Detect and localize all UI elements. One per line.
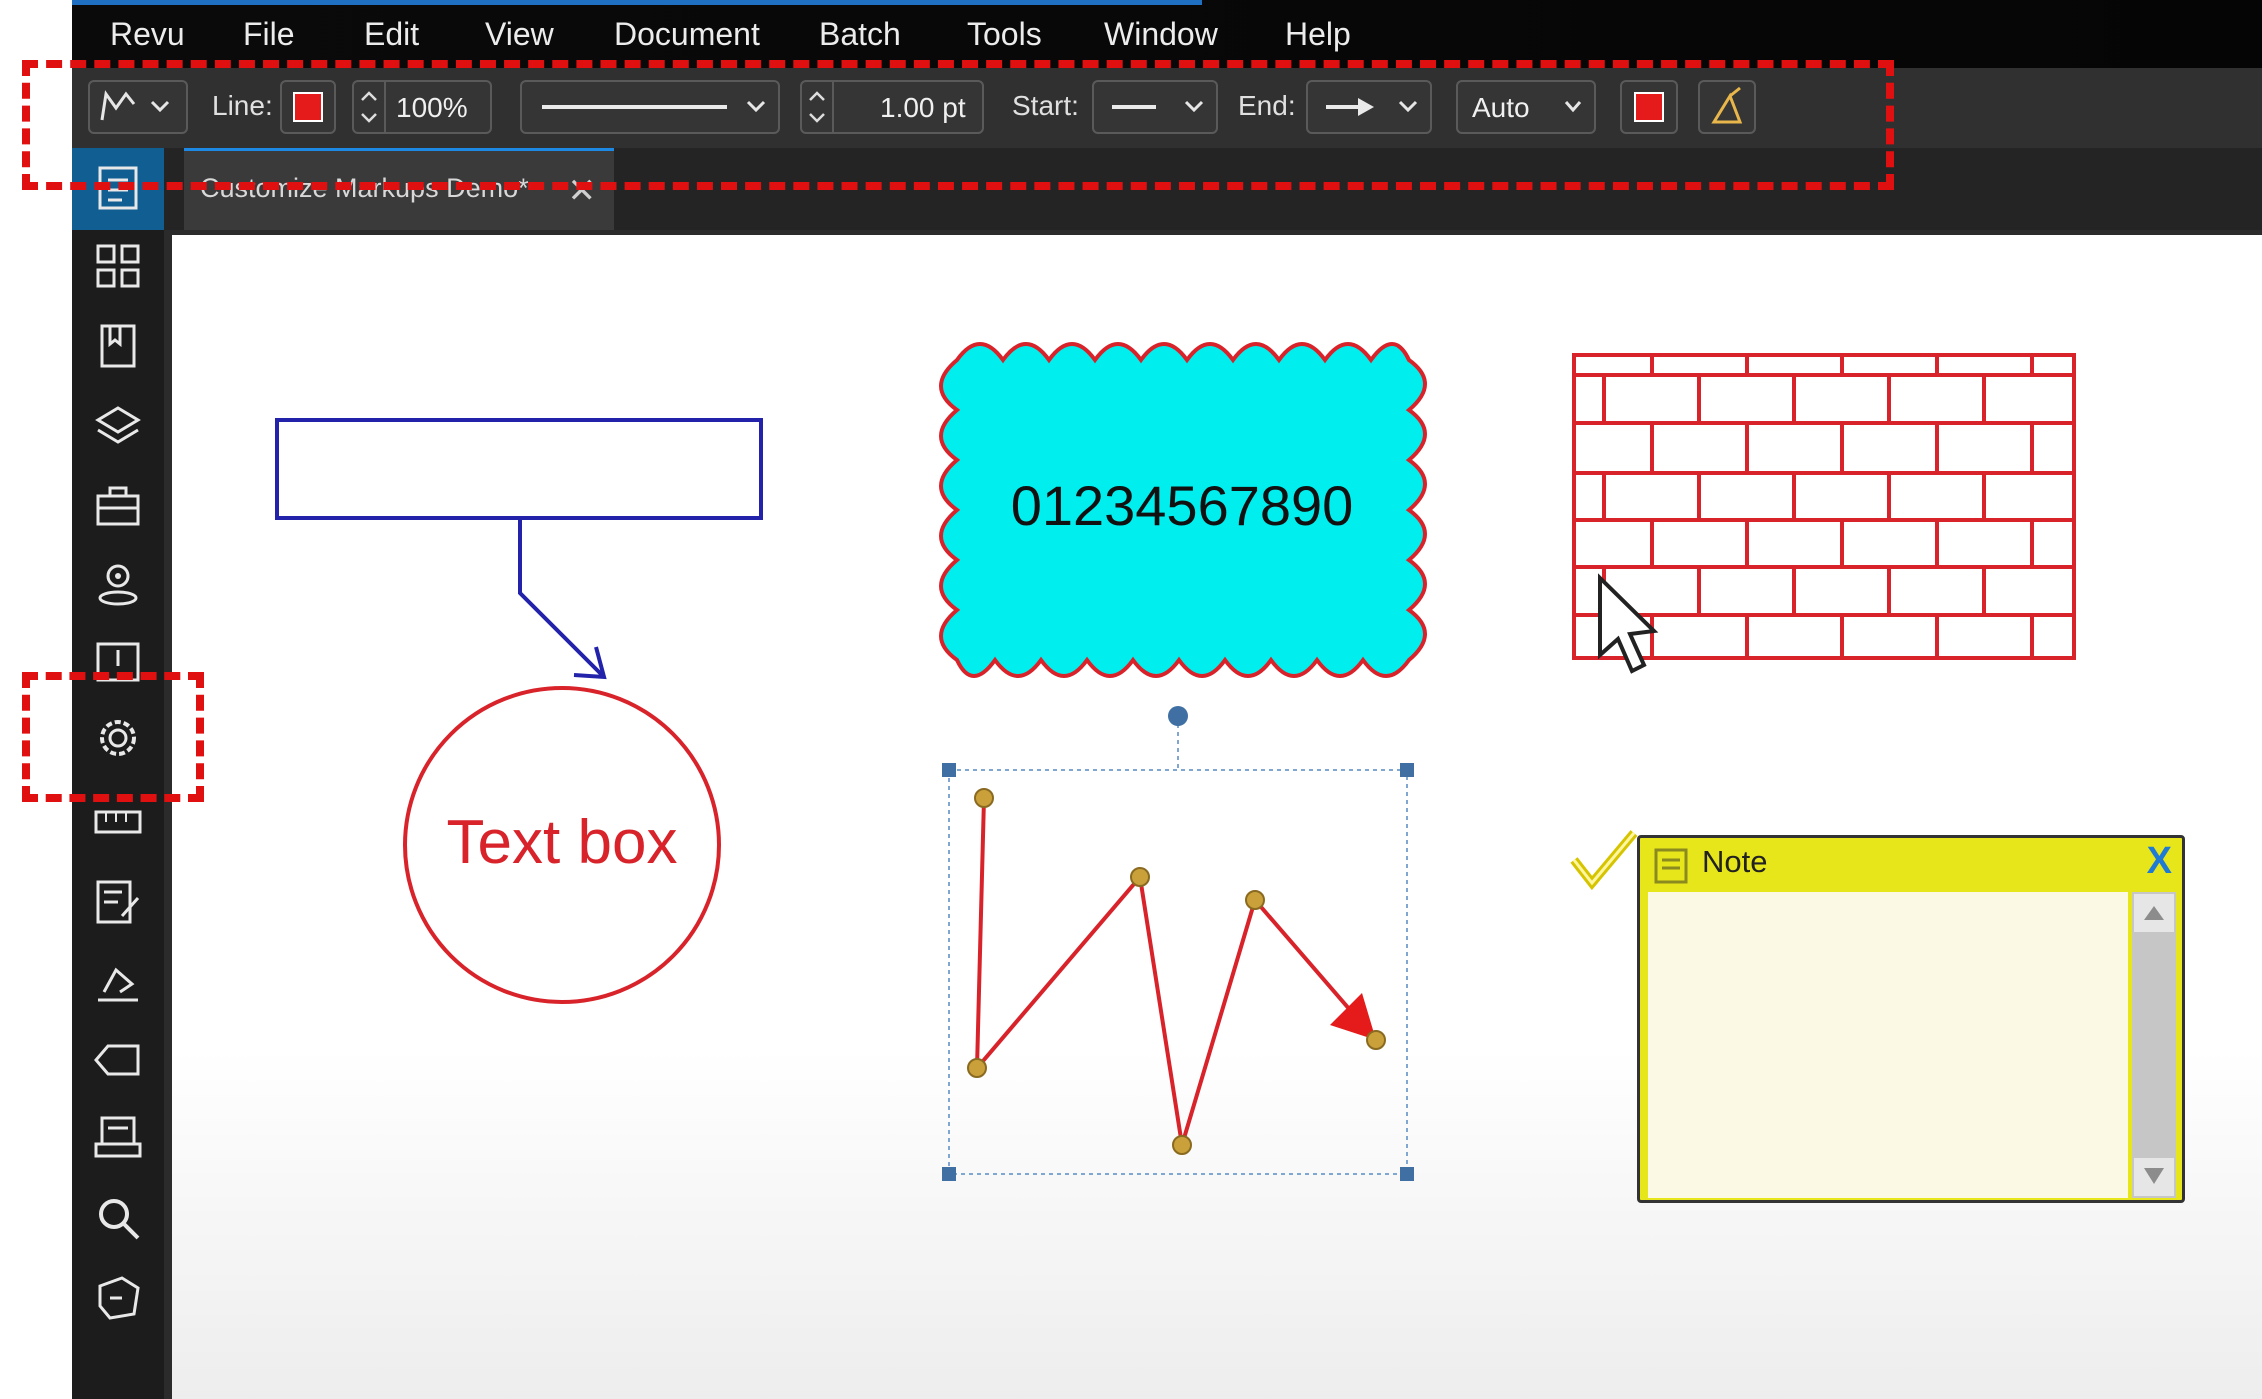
resize-handle-top-right[interactable] [1400,763,1414,777]
checkmark-icon [1570,830,1638,891]
menu-edit[interactable]: Edit [364,16,419,53]
menu-revu[interactable]: Revu [110,16,185,53]
end-label: End: [1238,90,1296,121]
format-painter-icon [1711,86,1743,124]
line-width-stepper[interactable]: 1.00 pt [800,80,984,134]
toolchest-icon[interactable] [92,480,144,532]
cloud-markup[interactable]: 01234567890 [939,342,1427,678]
hatch-pattern-markup[interactable] [1572,353,2076,660]
circle-text: Text box [447,808,678,877]
settings-icon[interactable] [92,712,144,764]
markups-layer: 01234567890 Text box [275,342,2076,1181]
left-panel-dock [72,148,164,1399]
vertex-handle[interactable] [1172,1135,1192,1155]
note-text-area[interactable] [1648,892,2128,1198]
vertex-handle[interactable] [967,1058,987,1078]
document-tab-strip: Customize Markups Demo* ✕ [164,148,2262,230]
tab-close-icon[interactable]: ✕ [568,171,597,211]
auto-dropdown[interactable]: Auto [1456,80,1596,134]
callout-markup[interactable] [275,418,763,680]
menu-accent-strip [72,0,1202,5]
auto-value: Auto [1472,92,1530,123]
forms-icon[interactable] [92,876,144,928]
measure-icon[interactable] [92,800,144,852]
start-label: Start: [1012,90,1079,121]
markups-list-icon[interactable] [92,636,144,688]
chevron-down-icon [1564,101,1582,113]
search-icon[interactable] [92,1192,144,1244]
document-tab[interactable]: Customize Markups Demo* ✕ [184,148,614,230]
resize-handle-bottom-left[interactable] [942,1167,956,1181]
layers-icon[interactable] [92,400,144,452]
polyline-markup[interactable] [967,788,1386,1155]
note-title: Note [1702,844,1768,879]
document-canvas[interactable]: 01234567890 Text box Note X [172,235,2262,1399]
line-label: Line: [212,90,273,121]
cloud-text: 01234567890 [1011,474,1354,537]
fill-color-swatch [1634,92,1664,122]
document-tab-title: Customize Markups Demo* [200,173,529,203]
revu-window: Revu File Edit View Document Batch Tools… [72,0,2262,1399]
note-scrollbar[interactable] [2132,892,2176,1198]
menu-file[interactable]: File [243,16,295,53]
bookmarks-icon[interactable] [92,320,144,372]
line-color-swatch [293,92,323,122]
selection-box [948,716,1408,1175]
menu-batch[interactable]: Batch [819,16,901,53]
resize-handle-top-left[interactable] [942,763,956,777]
tool-selector-dropdown[interactable] [88,80,188,134]
menu-window[interactable]: Window [1104,16,1218,53]
rotation-handle[interactable] [1168,706,1188,726]
menu-document[interactable]: Document [614,16,760,53]
arrow-end-icon [1326,98,1418,116]
properties-icon[interactable] [92,162,144,214]
menu-view[interactable]: View [485,16,554,53]
resize-handle-bottom-right[interactable] [1400,1167,1414,1181]
file-access-icon[interactable] [92,1112,144,1164]
opacity-value: 100% [396,92,468,123]
menu-help[interactable]: Help [1285,16,1351,53]
end-style-dropdown[interactable] [1306,80,1432,134]
signatures-icon[interactable] [92,956,144,1008]
start-style-dropdown[interactable] [1092,80,1218,134]
places-icon[interactable] [92,558,144,610]
line-width-value: 1.00 pt [880,92,966,123]
note-popup[interactable]: Note X [1637,835,2185,1203]
tags-icon[interactable] [92,1034,144,1086]
properties-toolbar: Line: 100% 1.00 pt Start: End: Auto [72,68,2262,148]
opacity-stepper[interactable]: 100% [352,80,492,134]
note-icon [1654,848,1688,884]
vertex-handle[interactable] [1366,1030,1386,1050]
opacity-spinner[interactable] [354,82,386,132]
line-style-preview [542,100,766,113]
vertex-handle[interactable] [1245,890,1265,910]
line-width-spinner[interactable] [802,82,834,132]
thumbnails-icon[interactable] [92,240,144,292]
circle-text-box-markup[interactable]: Text box [403,686,721,1004]
studio-icon[interactable] [92,1272,144,1324]
menu-tools[interactable]: Tools [967,16,1042,53]
note-close-icon[interactable]: X [2147,840,2172,883]
format-painter-button[interactable] [1698,80,1756,134]
menu-bar: Revu File Edit View Document Batch Tools… [72,0,2262,68]
fill-color-button[interactable] [1620,80,1678,134]
line-color-button[interactable] [280,80,336,134]
vertex-handle[interactable] [1130,867,1150,887]
polyline-tool-icon [100,90,170,121]
vertex-handle[interactable] [974,788,994,808]
start-line-icon [1112,100,1204,113]
line-style-dropdown[interactable] [520,80,780,134]
